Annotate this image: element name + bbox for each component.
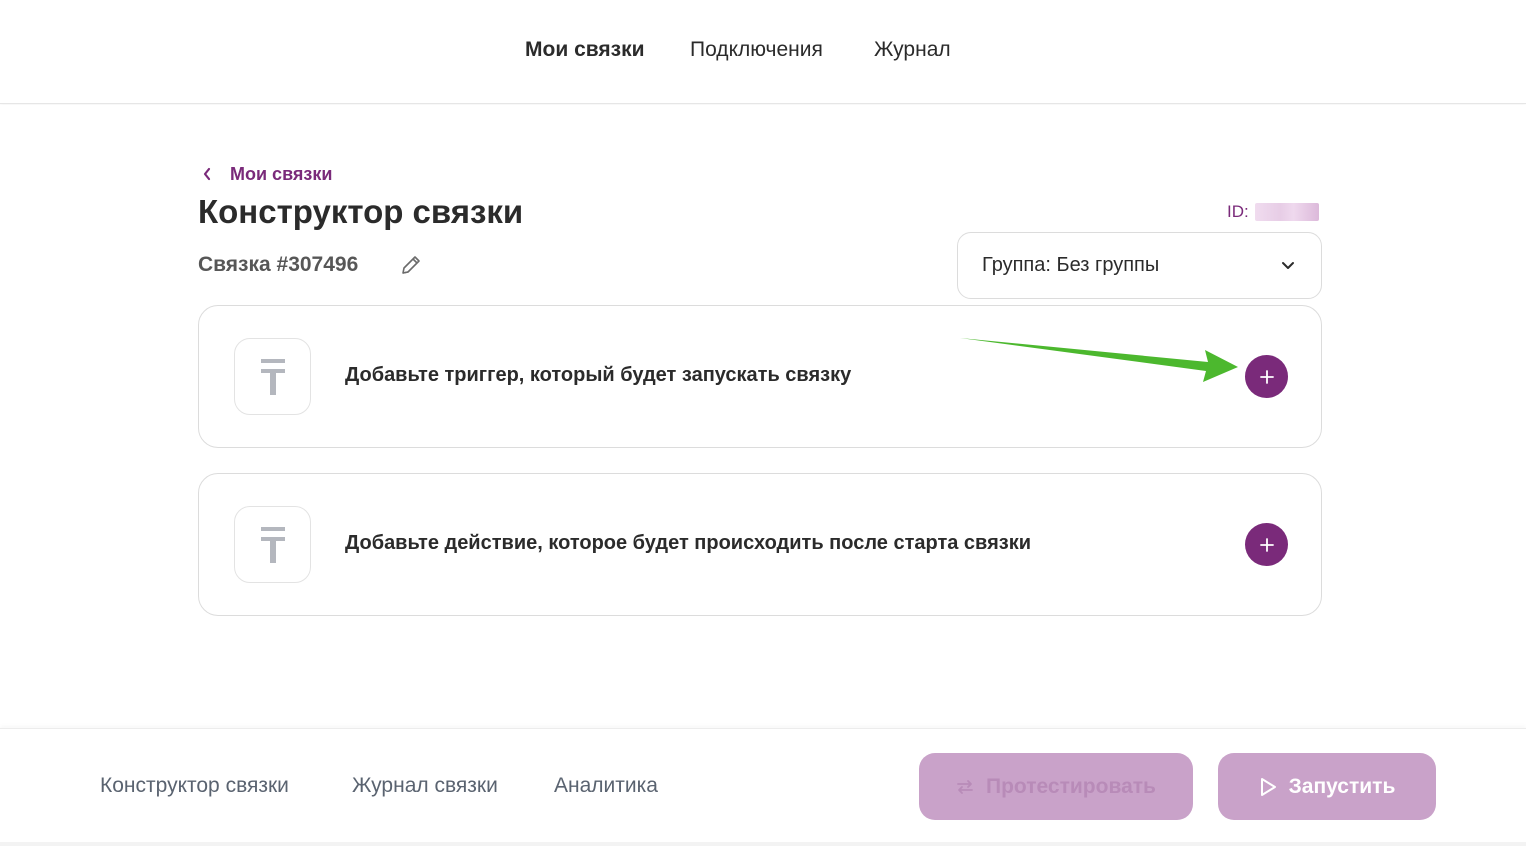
main-content: Мои связки Конструктор связки ID: Связка… xyxy=(0,105,1526,727)
pencil-icon[interactable] xyxy=(398,252,424,278)
play-icon xyxy=(1260,777,1276,796)
test-button-label: Протестировать xyxy=(986,774,1156,798)
action-card-text: Добавьте действие, которое будет происхо… xyxy=(345,532,1031,554)
chevron-down-icon xyxy=(1279,257,1297,275)
add-trigger-button[interactable] xyxy=(1245,355,1288,398)
tab-constructor[interactable]: Конструктор связки xyxy=(100,774,289,798)
group-select[interactable]: Группа: Без группы xyxy=(957,232,1322,299)
trigger-card: Добавьте триггер, который будет запускат… xyxy=(198,305,1322,448)
top-navigation: Мои связки Подключения Журнал xyxy=(0,0,1526,104)
action-card: Добавьте действие, которое будет происхо… xyxy=(198,473,1322,616)
run-button-label: Запустить xyxy=(1288,774,1396,798)
nav-journal[interactable]: Журнал xyxy=(874,38,951,62)
nav-my-bundles[interactable]: Мои связки xyxy=(525,38,645,62)
placeholder-service-icon xyxy=(234,506,311,583)
bottom-divider xyxy=(0,842,1526,846)
placeholder-service-icon xyxy=(234,338,311,415)
tab-analytics[interactable]: Аналитика xyxy=(554,774,658,798)
breadcrumb[interactable]: Мои связки xyxy=(198,162,332,186)
page-title: Конструктор связки xyxy=(198,193,524,230)
test-button[interactable]: Протестировать xyxy=(919,753,1193,820)
breadcrumb-label: Мои связки xyxy=(230,163,333,184)
trigger-card-text: Добавьте триггер, который будет запускат… xyxy=(345,364,852,386)
nav-connections[interactable]: Подключения xyxy=(690,38,823,62)
bundle-name: Связка #307496 xyxy=(198,253,359,276)
swap-arrows-icon xyxy=(957,779,973,794)
run-button[interactable]: Запустить xyxy=(1218,753,1436,820)
tab-bundle-journal[interactable]: Журнал связки xyxy=(352,774,498,798)
plus-icon xyxy=(1259,369,1274,384)
bottom-bar: Конструктор связки Журнал связки Аналити… xyxy=(0,728,1526,842)
id-value-redacted xyxy=(1254,203,1319,221)
bundle-id: ID: xyxy=(1227,202,1319,222)
chevron-left-icon xyxy=(198,165,216,183)
id-label: ID: xyxy=(1227,202,1249,221)
bundle-name-row: Связка #307496 xyxy=(198,252,424,278)
group-select-value: Группа: Без группы xyxy=(982,254,1160,276)
plus-icon xyxy=(1259,537,1274,552)
add-action-button[interactable] xyxy=(1245,523,1288,566)
